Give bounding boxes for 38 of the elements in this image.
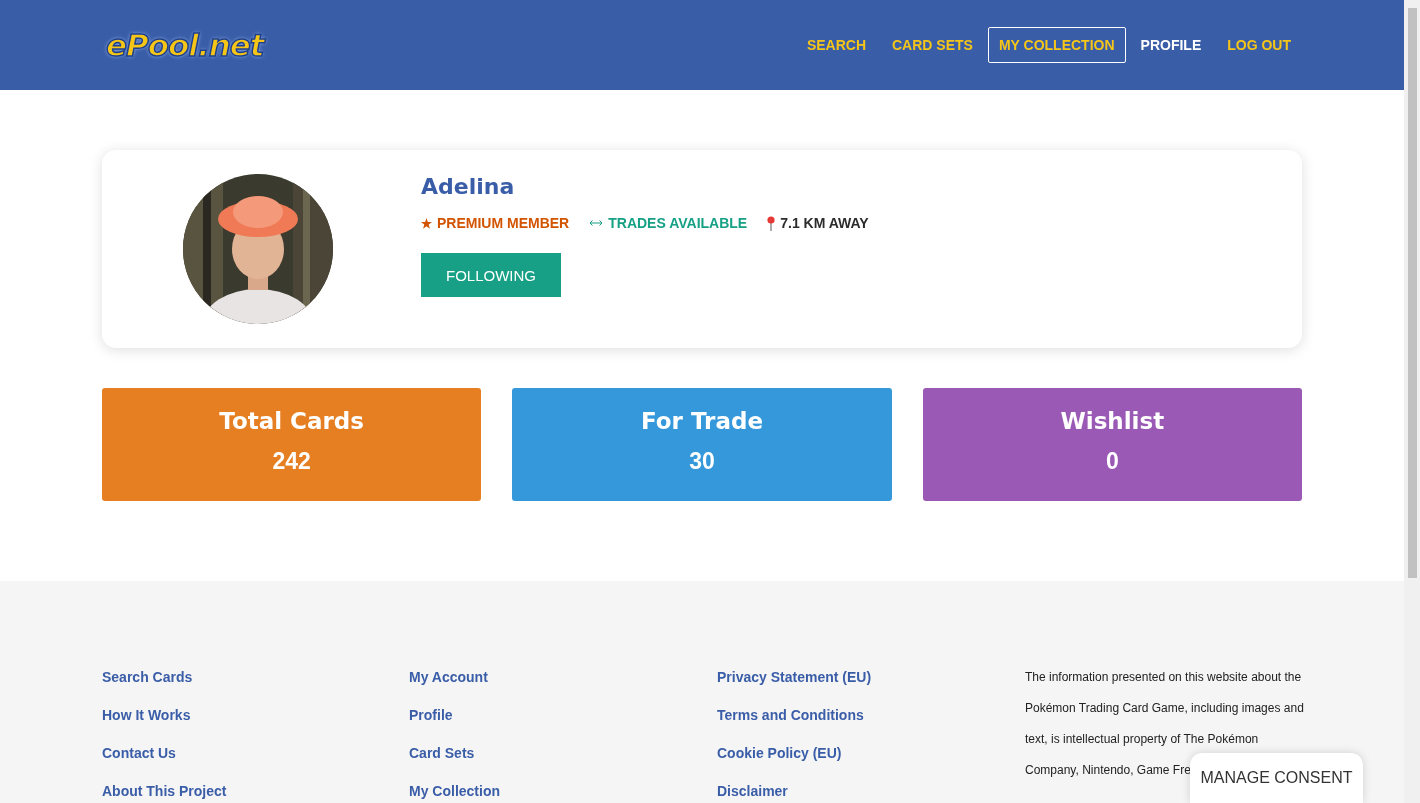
user-name: Adelina (421, 174, 516, 199)
footer-link[interactable]: Cookie Policy (EU) (717, 744, 1025, 762)
stat-title: Total Cards (219, 408, 365, 434)
footer-link[interactable]: Disclaimer (717, 782, 1025, 800)
notice-text: text, is intellectual property of The Pokémon (1025, 731, 1259, 748)
stat-title: Wishlist (1060, 408, 1165, 434)
pin-icon (767, 215, 776, 231)
footer-link[interactable]: Profile (409, 706, 717, 724)
scrollbar[interactable] (1404, 0, 1420, 803)
footer-link[interactable]: How It Works (102, 706, 409, 724)
footer-link[interactable]: Contact Us (102, 744, 409, 762)
stat-title: For Trade (640, 408, 763, 434)
nav-link[interactable]: LOG OUT (1216, 27, 1302, 63)
footer-link[interactable]: About This Project (102, 782, 409, 800)
stat-value: 242 (272, 448, 311, 475)
footer-link[interactable]: Card Sets (409, 744, 717, 762)
footer-link[interactable]: My Collection (409, 782, 717, 800)
footer-link[interactable]: Terms and Conditions (717, 706, 1025, 724)
stat-value: 30 (689, 448, 715, 475)
star-icon (421, 217, 432, 229)
notice-text: Company, Nintendo, Game Fre (1025, 762, 1191, 779)
badge-label: PREMIUM MEMBER (437, 215, 570, 231)
footer-link[interactable]: My Account (409, 668, 717, 686)
badge-label: 7.1 KM AWAY (780, 215, 869, 231)
site-logo[interactable]: ePool.net (106, 27, 264, 63)
notice-text: Pokémon Trading Card Game, including images and (1025, 700, 1304, 717)
footer-link[interactable]: Privacy Statement (EU) (717, 668, 1025, 686)
footer-link[interactable]: Search Cards (102, 668, 409, 686)
notice-text: The information presented on this website about the (1025, 669, 1302, 686)
stat-value: 0 (1105, 448, 1119, 475)
follow-button[interactable]: FOLLOWING (421, 253, 561, 297)
nav-link[interactable]: SEARCH (795, 27, 877, 63)
nav-link[interactable]: MY COLLECTION (987, 27, 1126, 63)
nav-link[interactable]: PROFILE (1129, 27, 1213, 63)
manage-consent-button[interactable]: MANAGE CONSENT (1190, 753, 1363, 803)
badge-label: TRADES AVAILABLE (608, 215, 748, 231)
nav-link[interactable]: CARD SETS (881, 27, 984, 63)
double-arrow-icon (589, 219, 604, 227)
